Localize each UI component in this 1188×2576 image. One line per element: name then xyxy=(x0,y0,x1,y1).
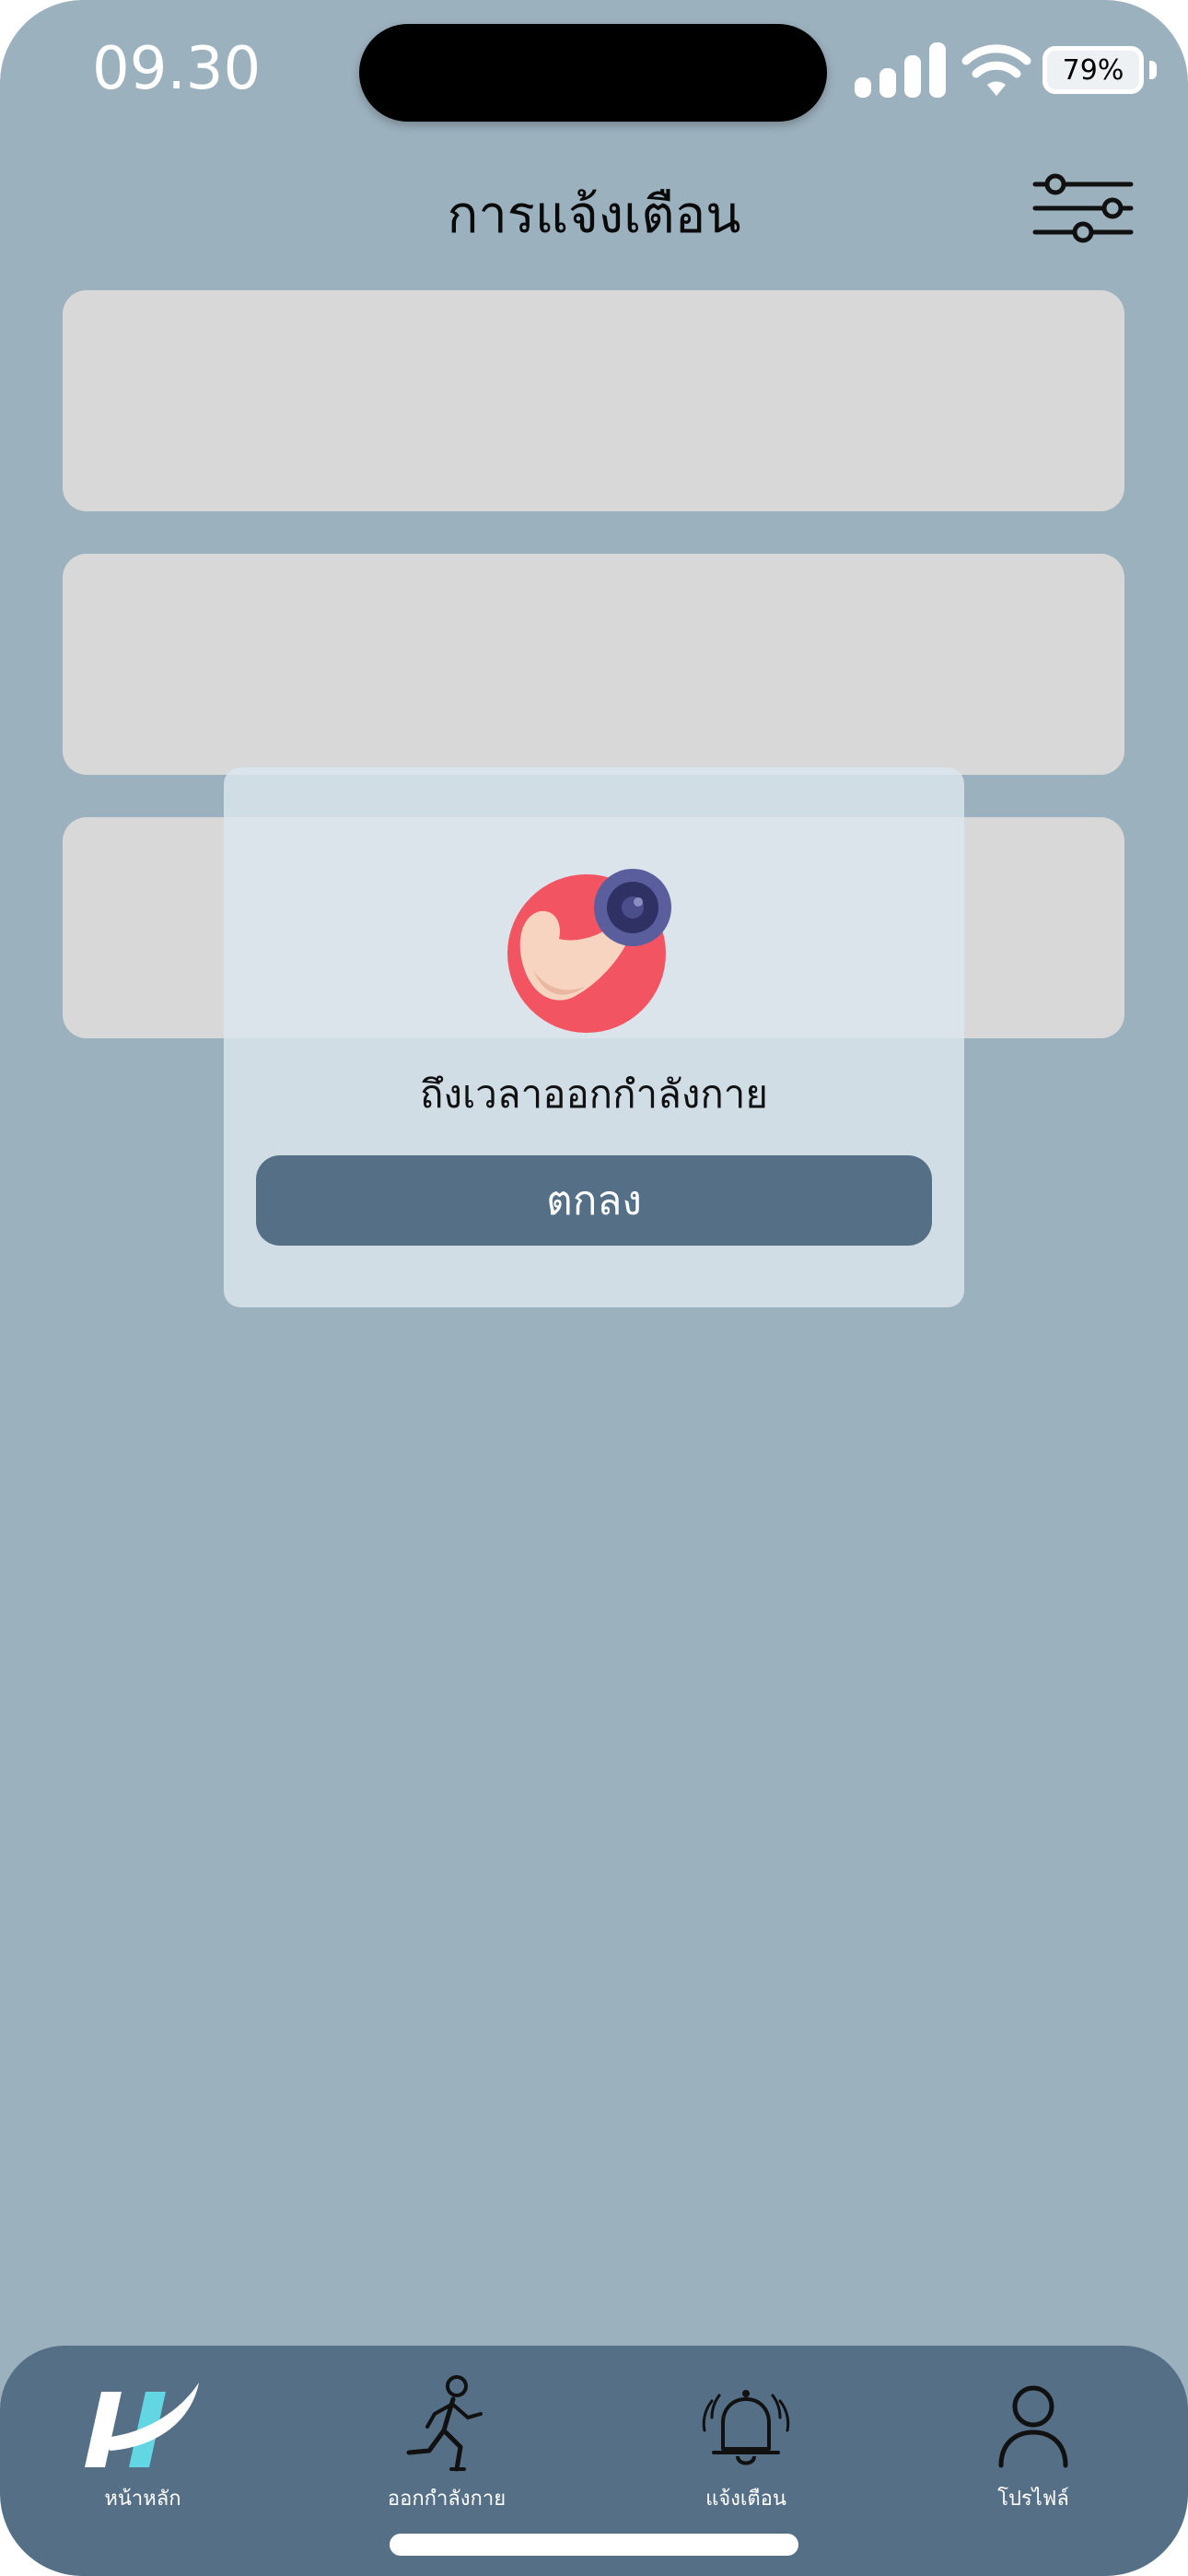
status-time: 09.30 xyxy=(92,35,262,103)
dynamic-island xyxy=(359,24,827,122)
reminder-message: ถึงเวลาออกกำลังกาย xyxy=(420,1071,768,1117)
nav-label-home: หน้าหลัก xyxy=(104,2488,181,2511)
bell-icon xyxy=(702,2390,790,2465)
nav-label-profile: โปรไฟล์ xyxy=(997,2488,1069,2511)
battery-indicator: 79% xyxy=(1042,46,1144,94)
notification-card[interactable] xyxy=(63,554,1124,775)
app-logo-icon xyxy=(85,2383,199,2467)
wifi-icon xyxy=(961,44,1031,96)
nav-label-exercise: ออกกำลังกาย xyxy=(387,2488,507,2511)
sliders-icon[interactable] xyxy=(1031,171,1135,247)
page-title: การแจ้งเตือน xyxy=(447,185,741,245)
nav-item-home[interactable]: หน้าหลัก xyxy=(23,2364,262,2548)
nav-item-profile[interactable]: โปรไฟล์ xyxy=(914,2364,1153,2548)
running-person-icon xyxy=(406,2375,483,2472)
battery-percent: 79% xyxy=(1062,53,1124,87)
person-icon xyxy=(998,2385,1068,2468)
battery-nub xyxy=(1149,61,1157,79)
flexed-arm-dumbbell-icon xyxy=(507,869,671,1033)
notification-card[interactable] xyxy=(63,290,1124,511)
nav-label-notifications: แจ้งเตือน xyxy=(705,2488,786,2511)
ok-button[interactable]: ตกลง xyxy=(256,1155,932,1246)
phone-screen: 09.30 79% การแจ้งเตือน ถึงเวลาออกกำลังกา… xyxy=(0,0,1188,2576)
reminder-dialog: ถึงเวลาออกกำลังกาย ตกลง xyxy=(224,767,964,1307)
nav-item-exercise[interactable]: ออกกำลังกาย xyxy=(327,2364,566,2548)
nav-item-notifications[interactable]: แจ้งเตือน xyxy=(626,2364,866,2548)
home-indicator[interactable] xyxy=(390,2534,798,2556)
signal-icon xyxy=(855,42,946,98)
